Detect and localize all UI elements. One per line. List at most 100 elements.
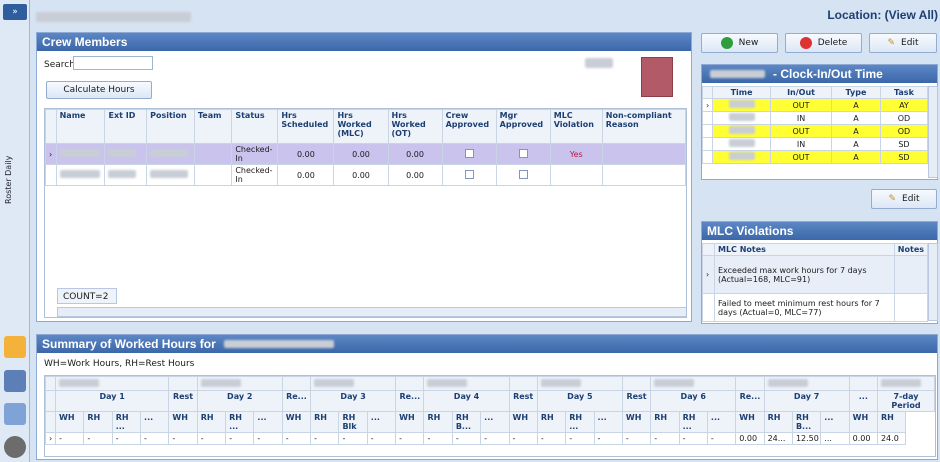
crew-approved-checkbox[interactable] [464,169,474,179]
mlc-row[interactable]: Failed to meet minimum rest hours for 7 … [702,293,929,322]
calendar-clock-icon[interactable] [4,336,26,358]
summary-subheader[interactable]: ... [366,411,397,433]
clock-row[interactable]: › OUT A AY [701,98,929,112]
summary-day-header[interactable]: Day 3 [310,390,397,412]
crew-column-header[interactable]: Crew Approved [441,109,497,144]
crew-column-header[interactable]: Hrs Worked (OT) [387,109,443,144]
summary-subheader[interactable]: RH ... [111,411,142,433]
crew-column-header[interactable]: Hrs Worked (MLC) [333,109,389,144]
delete-button[interactable]: Delete [785,33,862,53]
clock-vertical-scrollbar[interactable] [928,86,938,178]
non-compliant-reason [601,143,686,165]
summary-subheader[interactable]: WH [54,411,85,433]
summary-day-header[interactable]: Day 1 [54,390,170,412]
mlc-vertical-scrollbar[interactable] [928,243,938,321]
summary-subheader[interactable]: ... [593,411,623,433]
summary-subheader[interactable]: ... [253,411,283,433]
summary-cell: - [281,432,312,445]
summary-subheader[interactable]: RH ... [225,411,255,433]
mgr-approved-checkbox[interactable] [518,148,528,158]
clock-row[interactable]: IN A SD [701,137,929,151]
mlc-extra-note[interactable] [893,293,929,322]
location-filter[interactable]: Location: (View All) [827,8,938,22]
crew-column-header[interactable]: Team [193,109,233,144]
summary-day-header[interactable]: Day 6 [650,390,737,412]
row-pointer-icon [701,124,714,138]
crew-column-header[interactable]: Hrs Scheduled [277,109,335,144]
clock-column-header[interactable]: Type [831,86,881,99]
summary-subheader[interactable]: WH [168,411,198,433]
crew-horizontal-scrollbar[interactable] [57,307,686,317]
summary-row[interactable]: › - - - - - - - - - - - - - - - - - - - - - - - -0.00 24... 12.50.… [45,432,935,445]
clock-row[interactable]: OUT A SD [701,150,929,164]
summary-subheader[interactable]: RH [876,411,907,433]
summary-day-header[interactable]: Re... [281,390,312,412]
summary-subheader[interactable]: WH [735,411,765,433]
summary-subheader[interactable]: RH B... [451,411,482,433]
clock-edit-button[interactable]: ✎ Edit [871,189,937,209]
edit-button[interactable]: ✎ Edit [869,33,937,53]
search-input[interactable] [73,56,153,70]
crew-people-icon[interactable] [4,370,26,392]
summary-subheader[interactable]: RH [83,411,113,433]
clock-row[interactable]: OUT A OD [701,124,929,138]
summary-subheader[interactable]: WH [848,411,878,433]
summary-subheader[interactable]: WH [621,411,652,433]
summary-subheader[interactable]: RH [310,411,340,433]
crew-column-header[interactable]: Mgr Approved [495,109,551,144]
sidebar-roster-daily-label[interactable]: Roster Daily [4,150,24,210]
clock-column-header[interactable]: Time [712,86,771,99]
crew-column-header[interactable]: Position [146,109,195,144]
summary-subheader[interactable]: WH [281,411,312,433]
left-sidebar: » Roster Daily [0,0,30,462]
crew-column-header[interactable]: Non-compliant Reason [601,109,686,144]
summary-subheader[interactable]: ... [140,411,170,433]
summary-subheader[interactable]: RH [536,411,567,433]
summary-subheader[interactable]: RH [196,411,227,433]
crew-approved-checkbox[interactable] [464,148,474,158]
summary-subheader[interactable]: RH Blk [338,411,368,433]
summary-subheader[interactable]: RH ... [565,411,595,433]
clock-row[interactable]: IN A OD [701,111,929,125]
mgr-approved-checkbox[interactable] [518,169,528,179]
crew-column-header[interactable]: MLC Violation [549,109,603,144]
summary-day-header[interactable]: Rest [508,390,538,412]
summary-day-header[interactable]: ... [848,390,878,412]
mlc-extra-note[interactable] [893,255,929,294]
summary-day-header[interactable]: Day 2 [196,390,283,412]
crew-row[interactable]: › Checked-In 0.00 0.00 0.00 Yes [45,143,686,165]
summary-day-header[interactable]: 7-day Period [876,390,935,412]
summary-day-header[interactable]: Re... [395,390,425,412]
summary-subheader[interactable]: ... [706,411,737,433]
mlc-row[interactable]: › Exceeded max work hours for 7 days (Ac… [702,255,929,294]
summary-subheader[interactable]: WH [508,411,538,433]
summary-day-header[interactable]: Re... [735,390,765,412]
crew-column-header[interactable]: Status [231,109,279,144]
summary-day-header[interactable]: Rest [621,390,652,412]
summary-subheader[interactable]: RH [650,411,680,433]
summary-subheader[interactable]: ... [820,411,850,433]
summary-subheader[interactable]: ... [480,411,510,433]
settings-gear-icon[interactable] [4,436,26,458]
new-button[interactable]: New [701,33,778,53]
summary-subheader[interactable]: RH [423,411,453,433]
crew-column-header[interactable]: Name [55,109,106,144]
summary-subheader[interactable]: RH ... [678,411,708,433]
clock-column-header[interactable]: In/Out [769,86,833,99]
summary-date-cell [536,376,623,391]
summary-subheader[interactable]: RH B... [791,411,822,433]
summary-day-header[interactable]: Day 4 [423,390,510,412]
summary-day-header[interactable]: Day 7 [763,390,850,412]
collapse-sidebar-button[interactable]: » [3,4,27,20]
summary-subheader[interactable]: RH [763,411,793,433]
redacted-value [59,170,100,178]
clock-column-header[interactable]: Task [879,86,929,99]
summary-day-header-row: Day 1 Rest Day 2 Re... Day 3 Re... Day 4 Rest Da… [45,390,935,412]
crew-row[interactable]: Checked-In 0.00 0.00 0.00 [45,164,686,186]
summary-subheader[interactable]: WH [395,411,425,433]
crew-column-header[interactable]: Ext ID [104,109,148,144]
summary-day-header[interactable]: Day 5 [536,390,623,412]
grid-table-icon[interactable] [4,403,26,425]
summary-day-header[interactable]: Rest [168,390,198,412]
calculate-hours-button[interactable]: Calculate Hours [46,81,152,99]
